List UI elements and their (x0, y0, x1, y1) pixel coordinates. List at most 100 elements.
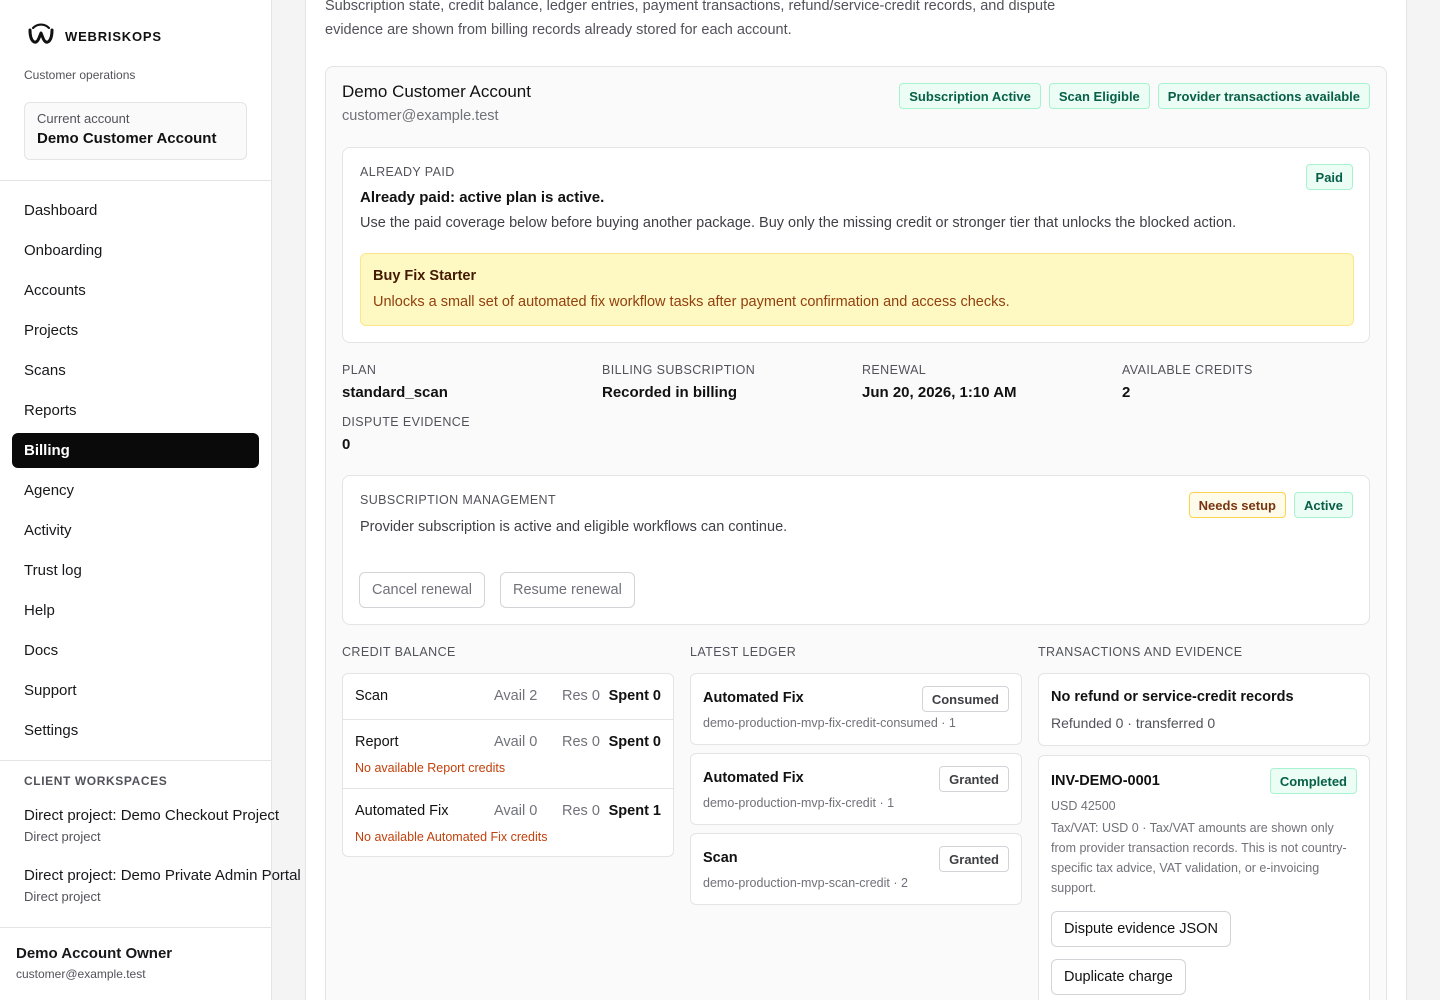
ledger-status-badge: Granted (939, 766, 1009, 792)
section-eyebrow: ALREADY PAID (360, 165, 455, 179)
webriskops-logo-icon (28, 23, 54, 44)
ledger-entry: Automated Fix Consumed demo-production-m… (690, 673, 1022, 745)
stat-dispute-evidence: DISPUTE EVIDENCE 0 (342, 415, 470, 453)
brand-name: WEBRISKOPS (65, 28, 162, 44)
invoice-card: INV-DEMO-0001 Completed USD 42500 Tax/VA… (1038, 755, 1370, 1000)
invoice-amount: USD 42500 (1051, 799, 1116, 813)
credit-balance-list: Scan Avail 2 Res 0 Spent 0 Report Avail … (342, 673, 674, 857)
resume-renewal-button[interactable]: Resume renewal (500, 572, 635, 608)
subscription-description: Provider subscription is active and elig… (360, 519, 788, 535)
ledger-entry-detail: demo-production-mvp-fix-credit-consumed … (703, 716, 956, 730)
credit-spent: Spent 1 (608, 803, 661, 819)
credit-res: Res 0 (562, 734, 600, 750)
nav-item-dashboard[interactable]: Dashboard (12, 193, 259, 228)
nav-item-billing[interactable]: Billing (12, 433, 259, 468)
credit-res: Res 0 (562, 688, 600, 704)
workspace-item[interactable]: Direct project: Demo Checkout Project Di… (24, 807, 279, 844)
ledger-entry-detail: demo-production-mvp-fix-credit · 1 (703, 796, 895, 810)
stat-value: Recorded in billing (602, 384, 738, 401)
credit-avail: Avail 0 (494, 734, 538, 750)
status-badge: Provider transactions available (1157, 83, 1370, 109)
nav-item-activity[interactable]: Activity (12, 513, 259, 548)
subscription-badges: Needs setup Active (1188, 492, 1353, 518)
latest-ledger-title: LATEST LEDGER (690, 645, 797, 659)
nav-item-onboarding[interactable]: Onboarding (12, 233, 259, 268)
main-nav: Dashboard Onboarding Accounts Projects S… (12, 193, 259, 753)
stat-key: DISPUTE EVIDENCE (342, 415, 470, 429)
stat-plan: PLAN standard_scan (342, 363, 448, 401)
account-badges: Subscription Active Scan Eligible Provid… (899, 83, 1370, 109)
refund-detail: Refunded 0 · transferred 0 (1051, 715, 1216, 731)
current-account-label: Current account (37, 111, 130, 126)
ledger-entry: Automated Fix Granted demo-production-mv… (690, 753, 1022, 825)
already-paid-headline: Already paid: active plan is active. (360, 189, 605, 206)
credit-spent: Spent 0 (608, 688, 661, 704)
ledger-entry: Scan Granted demo-production-mvp-scan-cr… (690, 833, 1022, 905)
cancel-renewal-button[interactable]: Cancel renewal (359, 572, 485, 608)
dispute-evidence-json-button[interactable]: Dispute evidence JSON (1051, 911, 1231, 947)
credit-row: Automated Fix Avail 0 Res 0 Spent 1 No a… (343, 788, 673, 856)
ledger-status-badge: Consumed (921, 686, 1009, 712)
invoice-tax-note: Tax/VAT: USD 0 · Tax/VAT amounts are sho… (1051, 821, 1347, 895)
ledger-status-badge: Granted (939, 846, 1009, 872)
nav-item-settings[interactable]: Settings (12, 713, 259, 748)
workspace-subtitle: Direct project (24, 829, 101, 844)
owner-email: customer@example.test (16, 967, 146, 981)
active-badge: Active (1293, 492, 1353, 518)
credit-avail: Avail 2 (494, 688, 538, 704)
ledger-entry-title: Scan (703, 850, 738, 866)
already-paid-panel: ALREADY PAID Paid Already paid: active p… (342, 147, 1370, 343)
paid-badge: Paid (1305, 164, 1353, 190)
stat-key: AVAILABLE CREDITS (1122, 363, 1253, 377)
stat-key: BILLING SUBSCRIPTION (602, 363, 756, 377)
upgrade-notice-title: Buy Fix Starter (373, 268, 477, 284)
stat-value: 0 (342, 436, 351, 453)
nav-item-trust-log[interactable]: Trust log (12, 553, 259, 588)
ledger-entry-title: Automated Fix (703, 690, 804, 706)
stat-key: PLAN (342, 363, 377, 377)
nav-item-docs[interactable]: Docs (12, 633, 259, 668)
transactions-title: TRANSACTIONS AND EVIDENCE (1038, 645, 1243, 659)
billing-intro: Subscription state, credit balance, ledg… (325, 0, 1056, 38)
ledger-entry-detail: demo-production-mvp-scan-credit · 2 (703, 876, 908, 890)
stat-value: standard_scan (342, 384, 448, 401)
section-eyebrow: SUBSCRIPTION MANAGEMENT (360, 493, 557, 507)
account-email: customer@example.test (342, 108, 499, 124)
stat-value: Jun 20, 2026, 1:10 AM (862, 384, 1017, 401)
upgrade-notice-text: Unlocks a small set of automated fix wor… (373, 294, 1010, 310)
workspaces-title: CLIENT WORKSPACES (24, 774, 168, 788)
workspace-title: Direct project: Demo Private Admin Porta… (24, 867, 301, 884)
nav-item-reports[interactable]: Reports (12, 393, 259, 428)
current-account-value: Demo Customer Account (37, 130, 217, 147)
nav-item-scans[interactable]: Scans (12, 353, 259, 388)
brand[interactable]: WEBRISKOPS (27, 22, 162, 50)
brand-subtitle: Customer operations (24, 68, 136, 82)
credit-name: Report (355, 734, 399, 750)
nav-item-agency[interactable]: Agency (12, 473, 259, 508)
stat-billing-subscription: BILLING SUBSCRIPTION Recorded in billing (602, 363, 755, 401)
refund-card: No refund or service-credit records Refu… (1038, 673, 1370, 746)
invoice-status-badge: Completed (1269, 768, 1357, 794)
nav-item-projects[interactable]: Projects (12, 313, 259, 348)
sidebar: WEBRISKOPS Customer operations Current a… (0, 0, 301, 1000)
duplicate-charge-button[interactable]: Duplicate charge (1051, 959, 1186, 995)
invoice-id: INV-DEMO-0001 (1051, 773, 1160, 789)
divider (0, 760, 271, 761)
owner-name: Demo Account Owner (16, 945, 173, 962)
stat-value: 2 (1122, 384, 1131, 401)
workspace-item[interactable]: Direct project: Demo Private Admin Porta… (24, 867, 301, 904)
credit-res: Res 0 (562, 803, 600, 819)
upgrade-notice[interactable]: Buy Fix Starter Unlocks a small set of a… (360, 253, 1354, 326)
account-owner[interactable]: Demo Account Owner customer@example.test (16, 945, 172, 981)
refund-title: No refund or service-credit records (1051, 689, 1294, 705)
credit-row: Scan Avail 2 Res 0 Spent 0 (343, 674, 673, 719)
current-account-selector[interactable]: Current account Demo Customer Account (24, 102, 247, 160)
nav-item-help[interactable]: Help (12, 593, 259, 628)
credit-spent: Spent 0 (608, 734, 661, 750)
credit-warning: No available Report credits (355, 761, 506, 775)
nav-item-support[interactable]: Support (12, 673, 259, 708)
stat-renewal: RENEWAL Jun 20, 2026, 1:10 AM (862, 363, 1017, 401)
divider (0, 180, 271, 181)
nav-item-accounts[interactable]: Accounts (12, 273, 259, 308)
credit-row: Report Avail 0 Res 0 Spent 0 No availabl… (343, 719, 673, 788)
